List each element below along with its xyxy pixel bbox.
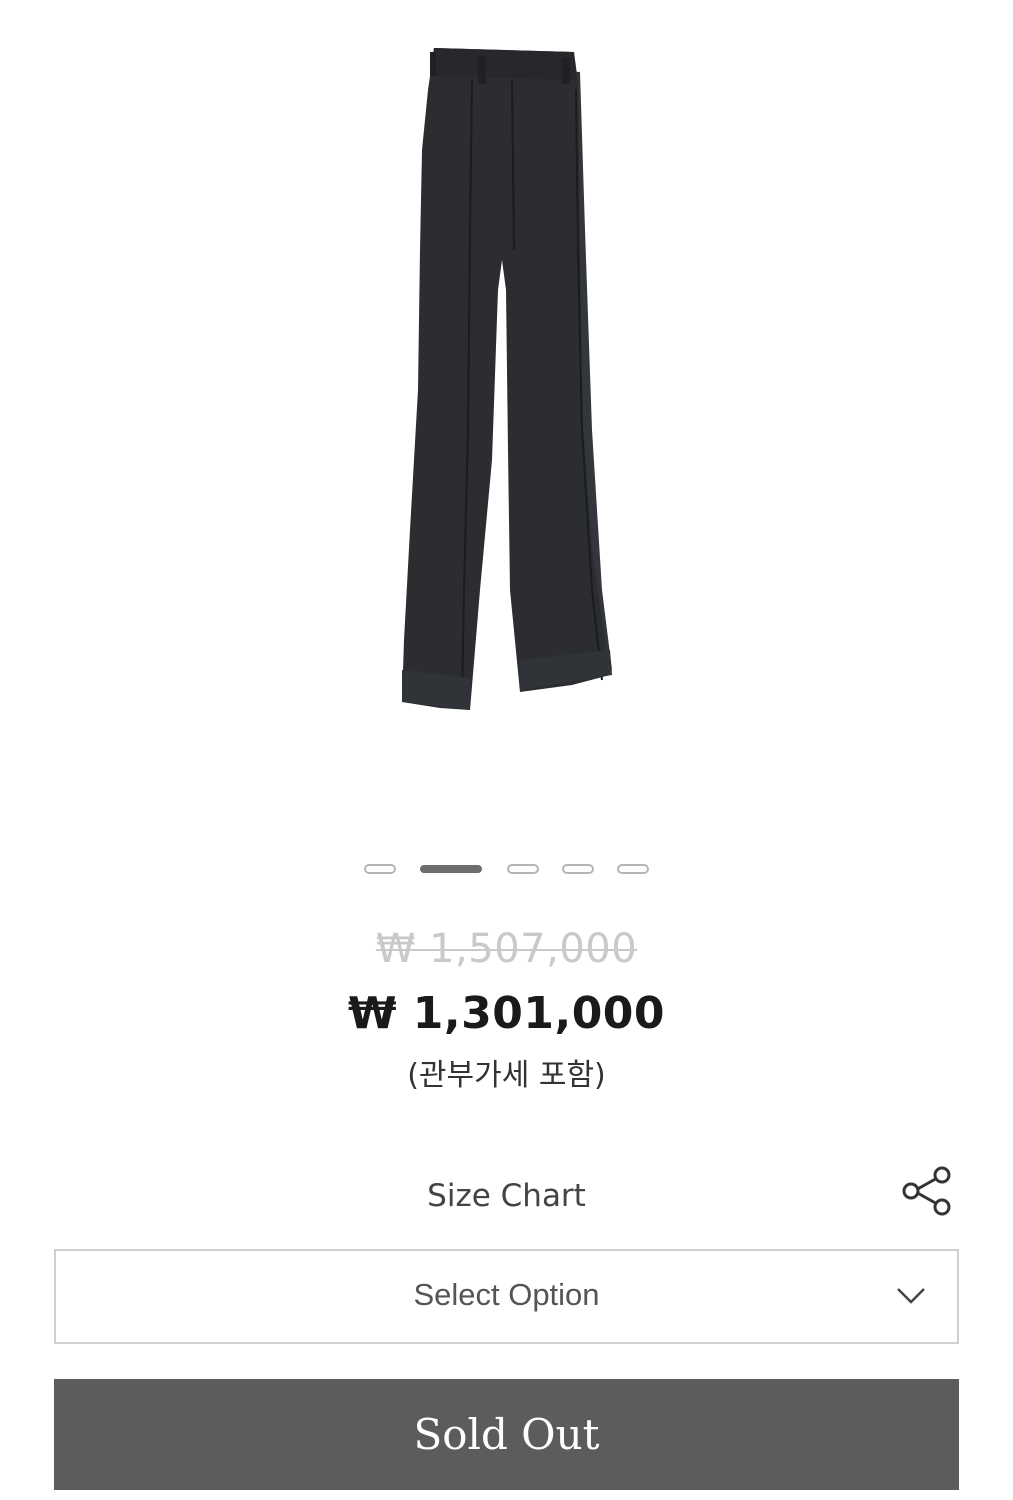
original-price: ₩ 1,507,000 bbox=[375, 926, 638, 972]
trousers-illustration bbox=[402, 48, 612, 710]
share-icon-glyph bbox=[902, 1166, 951, 1216]
carousel-dot-2-active[interactable] bbox=[420, 865, 482, 873]
carousel-dot-4[interactable] bbox=[562, 864, 594, 874]
product-detail-page: ₩ 1,507,000 ₩ 1,301,000 (관부가세 포함) Size C… bbox=[0, 0, 1013, 1500]
carousel-dot-5[interactable] bbox=[617, 864, 649, 874]
carousel-dot-3[interactable] bbox=[507, 864, 539, 874]
sale-price: ₩ 1,301,000 bbox=[347, 988, 666, 1039]
tax-included-note: (관부가세 포함) bbox=[407, 1058, 606, 1093]
carousel-indicator bbox=[0, 864, 1013, 876]
share-icon[interactable] bbox=[898, 1162, 956, 1220]
select-option-label: Select Option bbox=[413, 1277, 600, 1312]
chevron-down-icon bbox=[897, 1288, 925, 1304]
product-image[interactable] bbox=[330, 30, 680, 730]
carousel-dot-1[interactable] bbox=[364, 864, 396, 874]
option-select-dropdown[interactable]: Select Option bbox=[54, 1249, 959, 1344]
sold-out-button[interactable]: Sold Out bbox=[54, 1379, 959, 1490]
size-chart-link[interactable]: Size Chart bbox=[0, 1178, 1013, 1214]
